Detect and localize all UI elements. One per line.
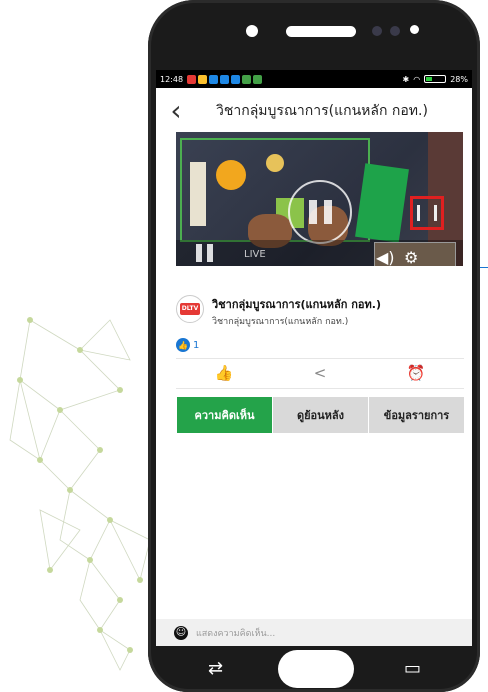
like-count: 👍 1	[176, 338, 199, 352]
phone-top-bezel	[148, 0, 480, 68]
notification-icon	[209, 74, 219, 84]
notification-icon	[253, 74, 263, 84]
notification-icon	[187, 74, 197, 84]
battery-icon	[424, 75, 447, 83]
divider	[176, 358, 464, 359]
fullscreen-icon[interactable]	[410, 196, 444, 230]
chevron-left-icon[interactable]: ‹	[156, 97, 196, 125]
phone-frame: 12:48 ✱ ◠ 28% ‹ วิชากลุ่มบูรณาการ(แกนหลั…	[148, 0, 480, 692]
bluetooth-icon: ✱	[402, 74, 410, 84]
notification-icon	[220, 74, 230, 84]
tab-comments[interactable]: ความคิดเห็น	[176, 397, 272, 433]
channel-subtitle: วิชากลุ่มบูรณาการ(แกนหลัก กอท.)	[212, 317, 349, 327]
ruler-image	[190, 162, 206, 226]
comment-bar[interactable]: ☺ แสดงความคิดเห็น...	[156, 619, 472, 646]
divider	[176, 388, 464, 389]
sensor-dot	[372, 26, 382, 36]
orange-object-image	[216, 160, 246, 190]
center-pause-button[interactable]	[288, 180, 352, 244]
emoji-icon[interactable]: ☺	[174, 625, 188, 640]
share-icon[interactable]: <	[272, 362, 368, 384]
notification-icon	[242, 74, 252, 84]
battery-percent: 28%	[450, 74, 468, 84]
action-row: 👍 < ⏰	[176, 362, 464, 384]
tab-bar: ความคิดเห็น ดูย้อนหลัง ข้อมูลรายการ	[176, 397, 464, 433]
home-button[interactable]	[278, 650, 354, 688]
screenshot-stage: 12:48 ✱ ◠ 28% ‹ วิชากลุ่มบูรณาการ(แกนหลั…	[0, 0, 488, 692]
phone-bottom-bezel: ⇄ ▭	[148, 648, 480, 692]
sensor-dot	[390, 26, 400, 36]
front-camera	[246, 25, 258, 37]
flash-dot	[410, 25, 419, 34]
tab-program-info[interactable]: ข้อมูลรายการ	[368, 397, 464, 433]
dltv-logo: DLTV	[180, 303, 200, 315]
tab-replay[interactable]: ดูย้อนหลัง	[272, 397, 368, 433]
app-screen: 12:48 ✱ ◠ 28% ‹ วิชากลุ่มบูรณาการ(แกนหลั…	[156, 70, 472, 646]
wifi-icon: ◠	[413, 74, 421, 84]
recent-apps-icon[interactable]: ⇄	[208, 660, 223, 678]
like-count-value: 1	[193, 339, 200, 351]
cup-image	[266, 154, 284, 172]
notification-icon	[231, 74, 241, 84]
alarm-icon[interactable]: ⏰	[368, 362, 464, 384]
channel-avatar[interactable]: DLTV	[176, 295, 204, 323]
comment-input[interactable]: แสดงความคิดเห็น...	[196, 626, 275, 640]
earpiece-speaker	[286, 26, 356, 37]
volume-icon[interactable]: ◀)	[376, 250, 395, 266]
status-bar: 12:48 ✱ ◠ 28%	[156, 70, 472, 88]
gear-icon[interactable]: ⚙	[404, 250, 418, 266]
page-title: วิชากลุ่มบูรณาการ(แกนหลัก กอท.)	[216, 103, 428, 119]
notification-icon	[198, 74, 208, 84]
app-header: ‹ วิชากลุ่มบูรณาการ(แกนหลัก กอท.)	[156, 88, 472, 134]
network-map-decoration	[9, 317, 151, 671]
overview-icon[interactable]: ▭	[404, 660, 421, 678]
thumbs-up-icon[interactable]: 👍	[176, 362, 272, 384]
channel-name: วิชากลุ่มบูรณาการ(แกนหลัก กอท.)	[212, 298, 381, 311]
thumbs-up-badge-icon: 👍	[176, 338, 190, 352]
live-label: LIVE	[244, 249, 266, 260]
status-time: 12:48	[160, 74, 184, 84]
pause-icon[interactable]	[196, 244, 213, 262]
